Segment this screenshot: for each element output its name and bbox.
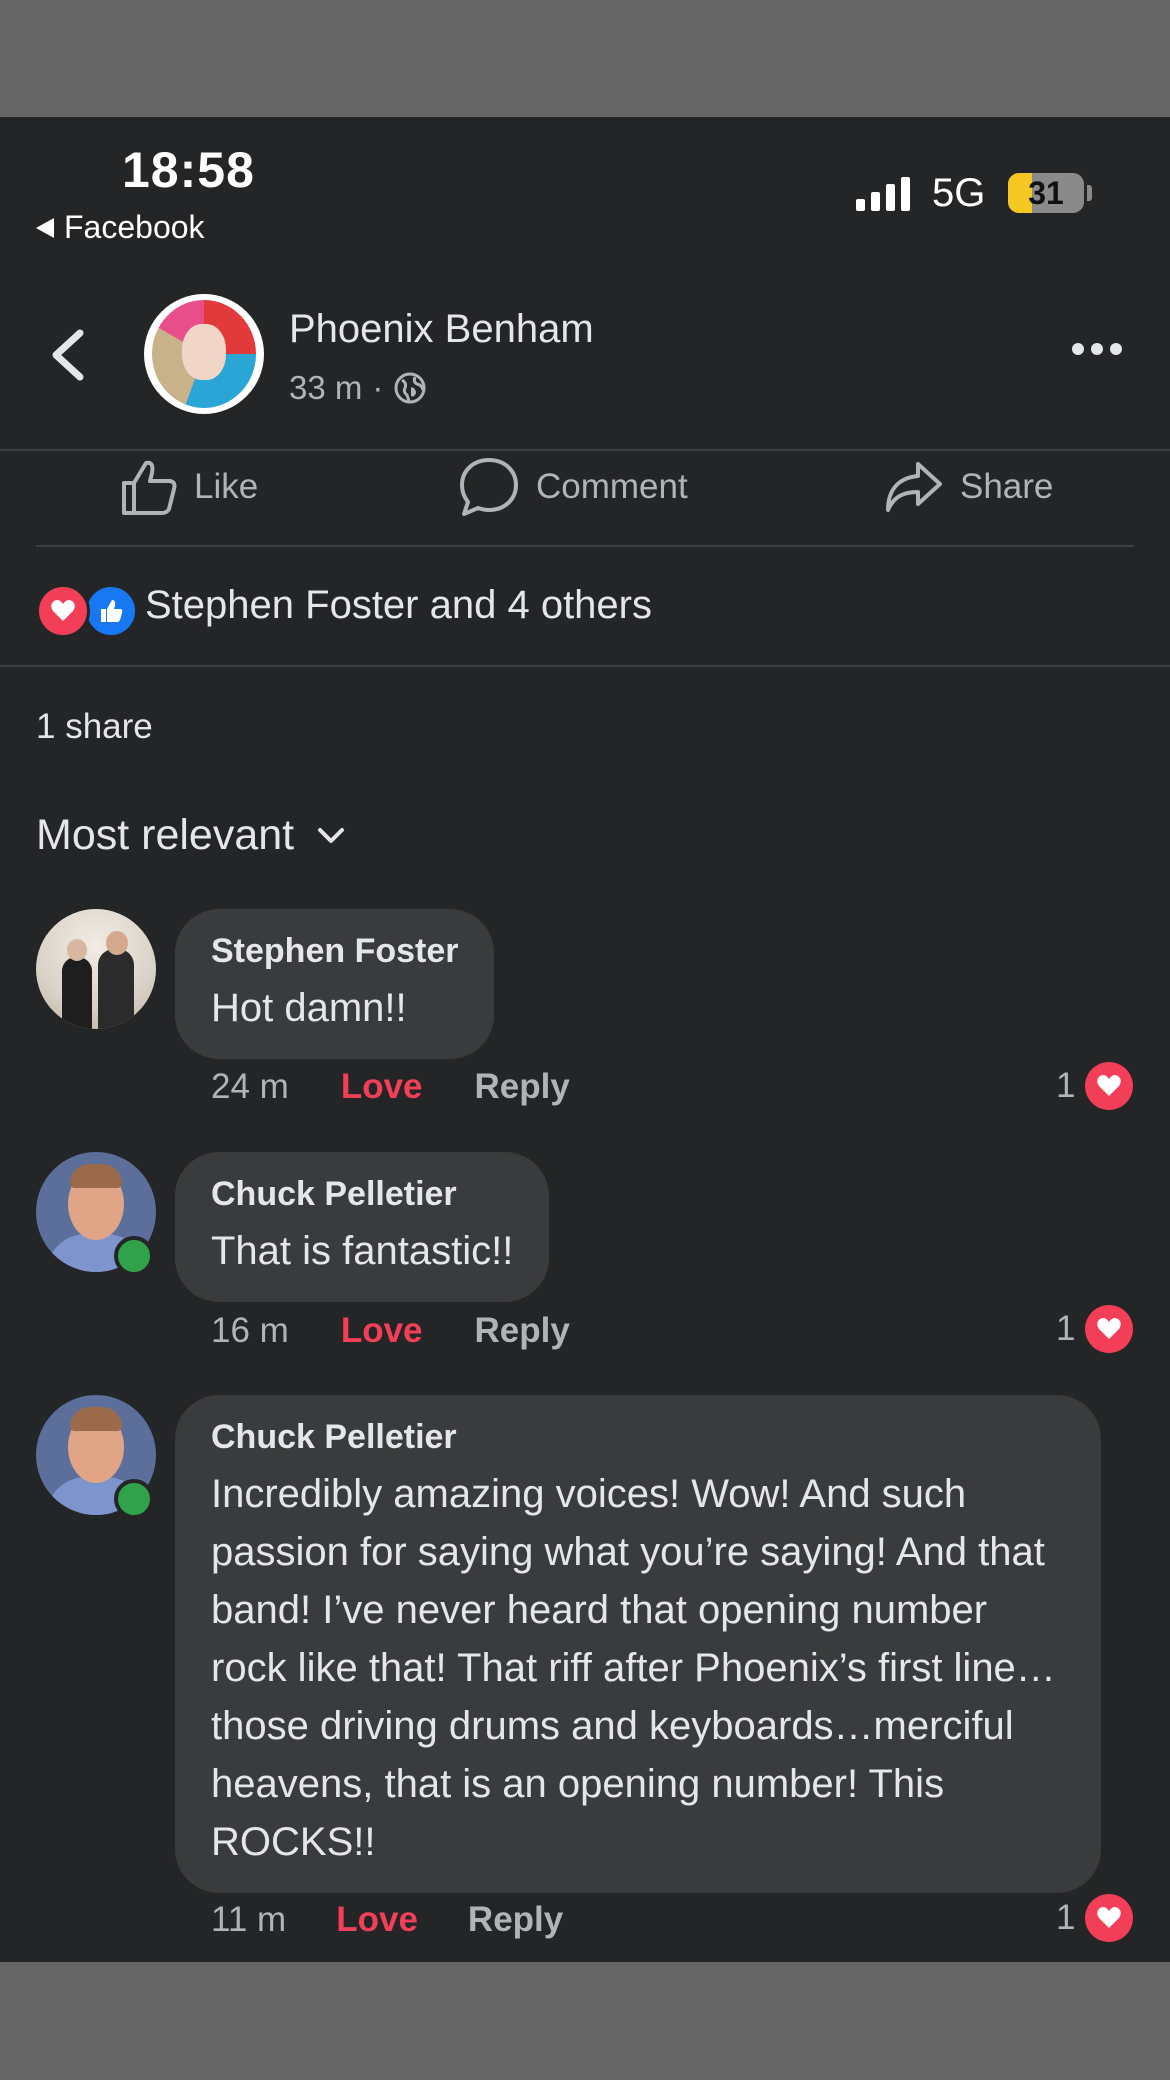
network-type: 5G [932, 171, 986, 215]
heart-icon [1085, 1062, 1134, 1110]
reply-button[interactable]: Reply [468, 1900, 563, 1940]
back-triangle-icon [36, 217, 54, 238]
page-name[interactable]: Phoenix Benham [289, 307, 594, 352]
dot-icon [1110, 343, 1122, 355]
dot-icon [1072, 343, 1084, 355]
more-options-button[interactable] [1072, 343, 1122, 355]
commenter-avatar[interactable] [36, 909, 156, 1029]
thumbs-up-icon [122, 460, 177, 515]
actions-divider [36, 545, 1134, 547]
dot-icon [1091, 343, 1103, 355]
comment-author[interactable]: Chuck Pelletier [211, 1174, 513, 1214]
comment-bubble-icon [460, 458, 518, 516]
battery-tip [1087, 185, 1092, 201]
comment-author[interactable]: Chuck Pelletier [211, 1417, 1065, 1457]
cellular-signal-icon [856, 177, 910, 211]
reply-button[interactable]: Reply [475, 1311, 570, 1351]
meta-separator: · [372, 369, 384, 406]
share-count[interactable]: 1 share [36, 707, 153, 747]
reactions-divider [0, 665, 1170, 667]
back-to-app-link[interactable]: Facebook [36, 209, 205, 246]
comment-text: Hot damn!! [211, 986, 407, 1030]
reaction-count: 1 [1056, 1066, 1076, 1105]
header-divider [0, 449, 1170, 451]
comment-reaction-count[interactable]: 1 [1056, 1305, 1134, 1353]
like-label: Like [194, 467, 259, 506]
comment-reaction-count[interactable]: 1 [1056, 1062, 1134, 1110]
back-chevron-icon[interactable] [46, 327, 90, 383]
heart-icon [1085, 1305, 1134, 1353]
comment-text: That is fantastic!! [211, 1229, 514, 1273]
comment-bubble: Chuck Pelletier Incredibly amazing voice… [175, 1395, 1101, 1893]
comment-bubble: Stephen Foster Hot damn!! [175, 909, 495, 1059]
share-label: Share [960, 467, 1054, 506]
online-status-dot [114, 1236, 154, 1276]
post-time: 33 m [289, 369, 363, 406]
comment-time: 16 m [211, 1311, 289, 1350]
comment-meta: 11 m Love Reply [211, 1900, 563, 1940]
comment-text: Incredibly amazing voices! Wow! And such… [211, 1472, 1056, 1864]
reaction-count: 1 [1056, 1898, 1076, 1937]
reaction-summary[interactable]: Stephen Foster and 4 others [145, 583, 652, 628]
love-reaction-icon [36, 584, 90, 638]
online-status-dot [114, 1479, 154, 1519]
battery-icon: 31 [1008, 173, 1084, 213]
comment-reaction-count[interactable]: 1 [1056, 1894, 1134, 1942]
post-meta: 33 m · [289, 369, 427, 407]
share-button[interactable]: Share [884, 453, 1053, 521]
love-button[interactable]: Love [336, 1900, 418, 1940]
reaction-icons[interactable] [36, 584, 138, 638]
love-button[interactable]: Love [341, 1067, 423, 1107]
chevron-down-icon [318, 827, 345, 843]
comment-time: 24 m [211, 1067, 289, 1106]
comment-bubble: Chuck Pelletier That is fantastic!! [175, 1152, 550, 1302]
comment-button[interactable]: Comment [458, 453, 688, 521]
comment-meta: 16 m Love Reply [211, 1311, 570, 1351]
status-time: 18:58 [122, 142, 255, 198]
globe-icon [394, 372, 426, 404]
comment-time: 11 m [211, 1900, 287, 1939]
comment-author[interactable]: Stephen Foster [211, 931, 458, 971]
love-button[interactable]: Love [341, 1311, 423, 1351]
reply-button[interactable]: Reply [475, 1067, 570, 1107]
comment-meta: 24 m Love Reply [211, 1067, 570, 1107]
sort-label: Most relevant [36, 811, 295, 859]
page-avatar[interactable] [144, 294, 264, 414]
comment-sort-dropdown[interactable]: Most relevant [36, 811, 346, 860]
share-arrow-icon [886, 462, 942, 512]
like-button[interactable]: Like [120, 453, 258, 521]
back-app-label: Facebook [64, 209, 205, 245]
comment-label: Comment [536, 467, 688, 506]
battery-level: 31 [1028, 175, 1064, 211]
facebook-post-screen: 18:58 Facebook 5G 31 Phoenix Benham 33 m… [0, 117, 1170, 1962]
reaction-count: 1 [1056, 1309, 1076, 1348]
heart-icon [1085, 1894, 1134, 1942]
like-reaction-icon [84, 584, 138, 638]
